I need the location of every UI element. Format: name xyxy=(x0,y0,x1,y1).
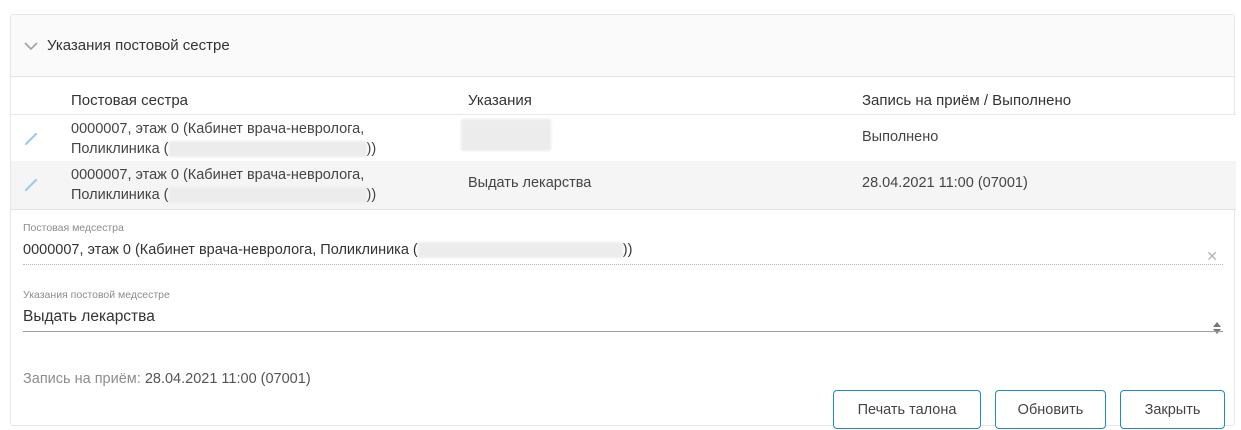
close-button[interactable]: Закрыть xyxy=(1120,390,1225,429)
column-header-instructions: Указания xyxy=(468,92,532,109)
appointment-label: Запись на приём: xyxy=(23,371,141,387)
nurse-line-prefix: Поликлиника ( xyxy=(71,141,169,157)
nurse-cell: 0000007, этаж 0 (Кабинет врача-невролога… xyxy=(71,119,411,159)
appointment-info: Запись на приём: 28.04.2021 11:00 (07001… xyxy=(23,371,311,387)
nurse-select-suffix: )) xyxy=(622,242,633,258)
pencil-icon[interactable] xyxy=(23,131,39,147)
nurse-select[interactable]: 0000007, этаж 0 (Кабинет врача-невролога… xyxy=(23,242,633,259)
nurse-line: 0000007, этаж 0 (Кабинет врача-невролога… xyxy=(71,167,365,183)
status-cell: Выполнено xyxy=(862,129,939,145)
instructions-field-underline xyxy=(23,331,1223,332)
table-header: Постовая сестра Указания Запись на приём… xyxy=(11,89,1236,115)
table-row[interactable]: 0000007, этаж 0 (Кабинет врача-невролога… xyxy=(11,115,1236,163)
instruction-cell: Выдать лекарства xyxy=(468,175,592,191)
table-row[interactable]: 0000007, этаж 0 (Кабинет врача-невролога… xyxy=(11,161,1236,210)
close-icon[interactable]: ✕ xyxy=(1206,248,1218,265)
redacted-text xyxy=(417,242,623,259)
section-header[interactable]: Указания постовой сестре xyxy=(11,15,1234,77)
print-ticket-button[interactable]: Печать талона xyxy=(833,390,981,429)
appointment-value: 28.04.2021 11:00 (07001) xyxy=(144,371,311,387)
instruction-cell xyxy=(461,119,551,151)
redacted-text xyxy=(168,187,367,204)
nurse-field-label: Постовая медсестра xyxy=(23,222,124,234)
nurse-cell: 0000007, этаж 0 (Кабинет врача-невролога… xyxy=(71,165,411,205)
nurse-line-suffix: )) xyxy=(366,141,377,157)
nurse-line: Поликлиника ()) xyxy=(71,139,411,159)
nurse-select-value: 0000007, этаж 0 (Кабинет врача-невролога… xyxy=(23,242,418,258)
column-header-appointment: Запись на приём / Выполнено xyxy=(862,92,1072,109)
nurse-instructions-panel: Указания постовой сестре Постовая сестра… xyxy=(10,14,1236,429)
nurse-line: Поликлиника ()) xyxy=(71,185,411,205)
instructions-field-label: Указания постовой медсестре xyxy=(23,289,170,301)
nurse-field-underline xyxy=(23,264,1223,265)
column-header-nurse: Постовая сестра xyxy=(71,92,188,109)
nurse-line-suffix: )) xyxy=(366,187,377,203)
spinner-arrows-icon[interactable] xyxy=(1212,321,1222,335)
redacted-text xyxy=(168,141,367,158)
refresh-button[interactable]: Обновить xyxy=(995,390,1106,429)
appointment-cell: 28.04.2021 11:00 (07001) xyxy=(862,175,1028,191)
instructions-input[interactable]: Выдать лекарства xyxy=(23,308,155,326)
chevron-down-icon[interactable] xyxy=(23,40,39,52)
nurse-line-prefix: Поликлиника ( xyxy=(71,187,169,203)
redacted-text xyxy=(461,119,551,151)
nurse-line: 0000007, этаж 0 (Кабинет врача-невролога… xyxy=(71,121,365,137)
pencil-icon[interactable] xyxy=(23,177,39,193)
section-title: Указания постовой сестре xyxy=(47,37,230,54)
